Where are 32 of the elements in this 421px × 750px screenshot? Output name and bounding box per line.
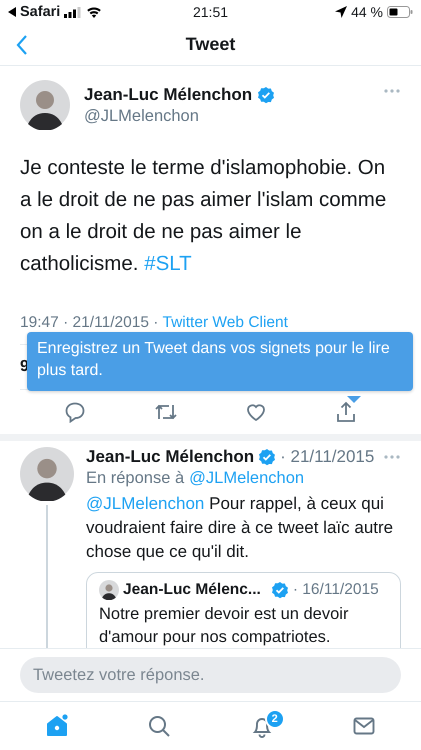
quoted-tweet-text: Notre premier devoir est un devoir d'amour pour nos compatriotes. bbox=[99, 604, 350, 648]
back-arrow-icon[interactable] bbox=[8, 7, 16, 17]
avatar[interactable] bbox=[20, 80, 70, 130]
back-app-label[interactable]: Safari bbox=[20, 4, 60, 20]
notification-badge: 2 bbox=[264, 709, 285, 729]
location-arrow-icon bbox=[335, 6, 348, 18]
share-icon[interactable] bbox=[335, 401, 358, 423]
signal-icon bbox=[64, 6, 82, 18]
tweet-text: @JLMelenchon Pour rappel, à ceux qui voudraient faire dire à ce tweet laïc autre chose que ce qu'il dit. bbox=[86, 493, 394, 563]
search-icon[interactable] bbox=[147, 714, 172, 738]
battery-icon bbox=[387, 6, 414, 18]
tweet-text: Je conteste le terme d'islamophobie. On a le droit de ne pas aimer l'islam comme on a le droit de ne pas aimer le catholicisme. #SLT bbox=[20, 155, 388, 277]
home-icon[interactable] bbox=[45, 714, 70, 738]
reply-context-label: En réponse à bbox=[86, 469, 184, 488]
back-icon[interactable] bbox=[16, 34, 28, 54]
page-title: Tweet bbox=[186, 34, 236, 54]
user-handle[interactable]: @JLMelenchon bbox=[84, 106, 369, 126]
tooltip: Enregistrez un Tweet dans vos signets pour le lire plus tard. bbox=[27, 332, 413, 391]
tweet-date: · 16/11/2015 bbox=[292, 581, 379, 599]
clock: 21:51 bbox=[192, 4, 228, 20]
author-name[interactable]: Jean-Luc Mélenchon bbox=[84, 84, 252, 104]
reply-input-field[interactable]: Tweetez votre réponse. bbox=[20, 657, 401, 693]
author-name[interactable]: Jean-Luc Mélenchon bbox=[86, 447, 254, 467]
author-name[interactable]: Jean-Luc Mélenc... bbox=[123, 581, 261, 599]
avatar[interactable] bbox=[99, 580, 119, 600]
wifi-icon bbox=[86, 6, 102, 18]
avatar[interactable] bbox=[20, 447, 74, 501]
battery-percentage: 44 % bbox=[351, 4, 384, 20]
comment-icon[interactable] bbox=[64, 401, 86, 423]
timestamp: 19:47 · 21/11/2015 · bbox=[20, 314, 160, 331]
tweet-date: · 21/11/2015 bbox=[280, 447, 376, 467]
tooltip-tail bbox=[347, 396, 361, 403]
